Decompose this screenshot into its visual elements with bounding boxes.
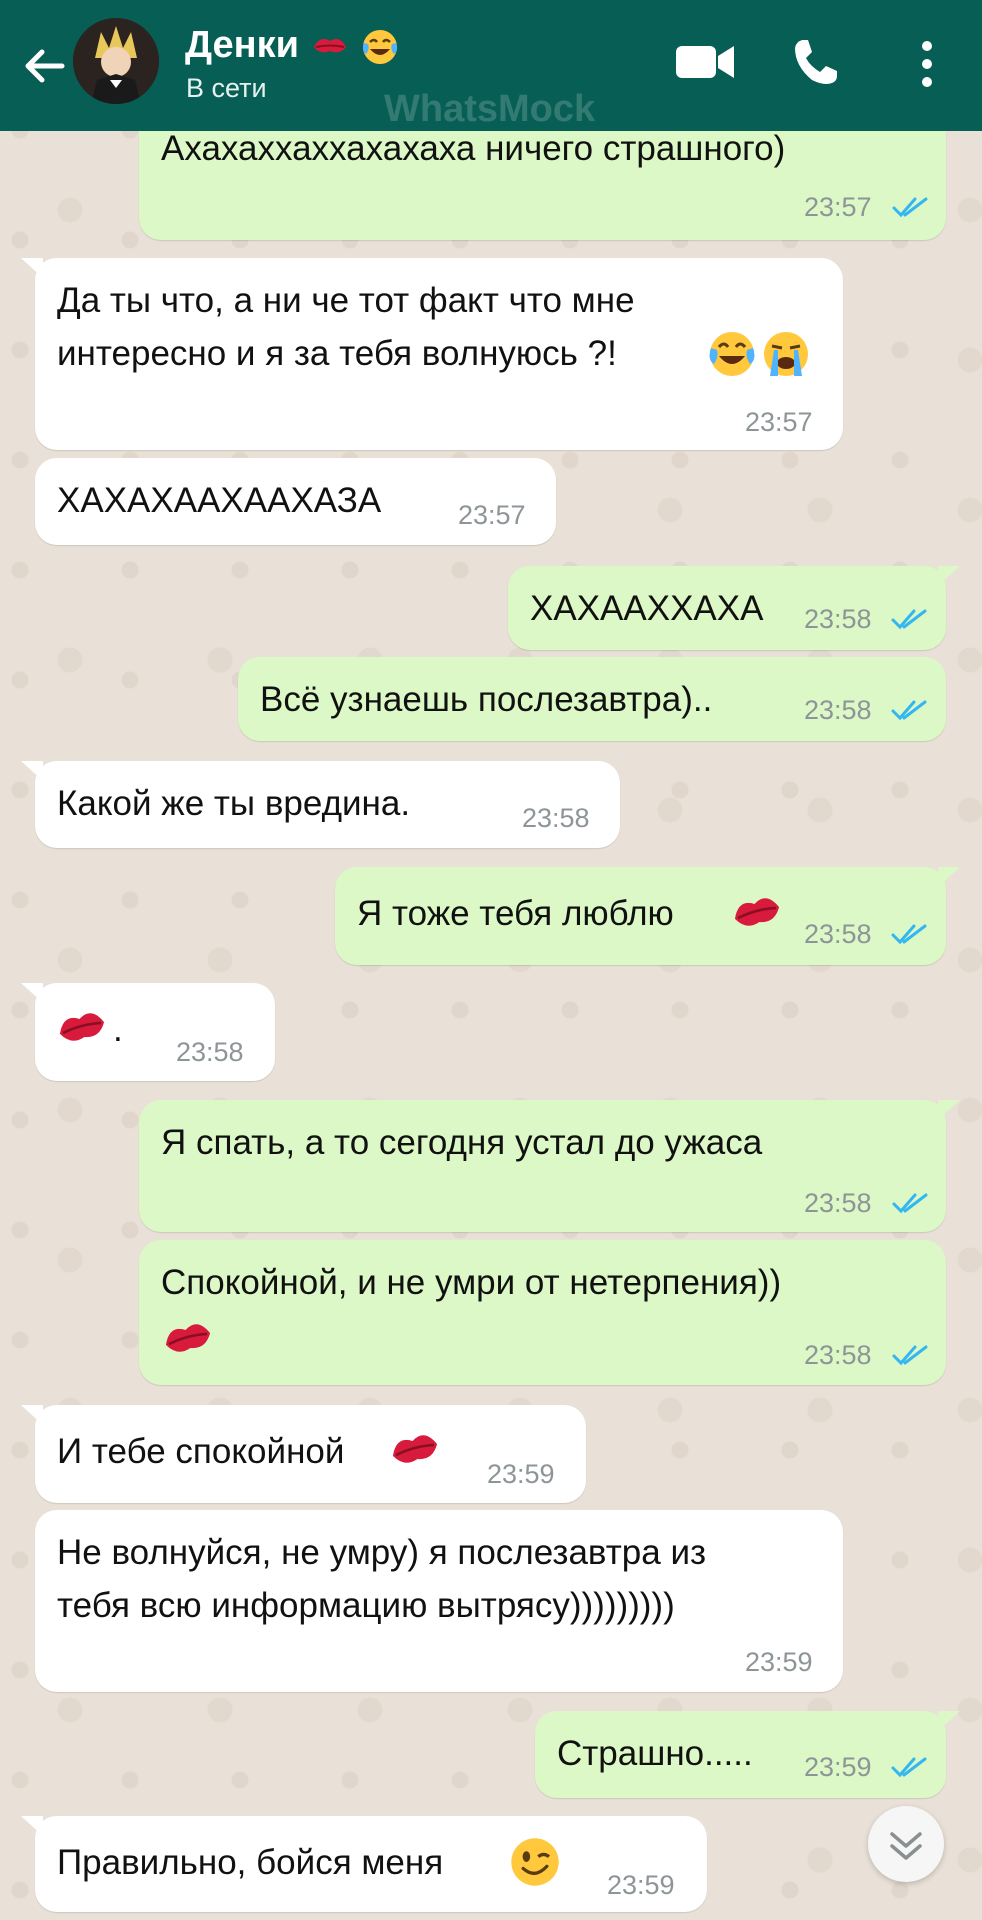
message-time: 23:57 bbox=[804, 192, 872, 222]
double-check-icon bbox=[892, 1193, 928, 1214]
double-check-icon bbox=[891, 924, 927, 945]
message-text: И тебе спокойной bbox=[57, 1432, 345, 1471]
message-time: 23:59 bbox=[607, 1870, 675, 1900]
message-text: ХАХААХХАХА bbox=[530, 589, 764, 628]
avatar[interactable] bbox=[73, 18, 159, 104]
double-check-icon bbox=[891, 1757, 927, 1778]
message-incoming[interactable]: Не волнуйся, не умру) я послезавтра из т… bbox=[35, 1510, 843, 1692]
bubble-tail bbox=[938, 1711, 960, 1731]
message-incoming[interactable]: Да ты что, а ни че тот факт что мне инте… bbox=[21, 258, 843, 450]
message-time: 23:58 bbox=[804, 1188, 872, 1218]
message-outgoing[interactable]: Я тоже тебя люблю 23:58 bbox=[335, 867, 960, 965]
contact-name[interactable]: Денки bbox=[185, 24, 400, 67]
message-time: 23:58 bbox=[804, 1340, 872, 1370]
message-time: 23:57 bbox=[745, 407, 813, 437]
bubble-tail bbox=[21, 761, 43, 781]
scroll-to-bottom-button[interactable] bbox=[868, 1806, 944, 1882]
message-time: 23:58 bbox=[804, 919, 872, 949]
message-text: Правильно, бойся меня bbox=[57, 1843, 444, 1882]
double-check-icon bbox=[891, 700, 927, 721]
message-incoming[interactable]: Правильно, бойся меня 23:59 bbox=[21, 1816, 707, 1912]
bubble-tail bbox=[938, 1100, 960, 1120]
tears-of-joy-icon bbox=[709, 332, 755, 376]
message-text: Всё узнаешь послезавтра).. bbox=[260, 680, 713, 719]
bubble-tail bbox=[21, 258, 43, 278]
kiss-mark-icon bbox=[313, 38, 346, 53]
arrow-left-icon[interactable] bbox=[18, 40, 70, 92]
double-check-icon bbox=[891, 609, 927, 630]
message-time: 23:59 bbox=[804, 1752, 872, 1782]
message-text: Не волнуйся, не умру) я послезавтра из т… bbox=[57, 1533, 707, 1625]
double-check-icon bbox=[892, 1345, 928, 1366]
message-time: 23:58 bbox=[522, 803, 590, 833]
message-outgoing[interactable]: Спокойной, и не умри от нетерпения)) 23:… bbox=[139, 1240, 946, 1385]
bubble-tail bbox=[938, 867, 960, 887]
message-text: . bbox=[113, 1010, 123, 1049]
kiss-mark-icon bbox=[59, 1013, 105, 1041]
message-time: 23:57 bbox=[458, 500, 526, 530]
more-vertical-icon[interactable] bbox=[910, 34, 944, 94]
bubble-tail bbox=[938, 566, 960, 586]
kiss-mark-icon bbox=[392, 1435, 438, 1463]
message-text: Какой же ты вредина. bbox=[57, 784, 411, 823]
message-time: 23:58 bbox=[804, 604, 872, 634]
message-outgoing[interactable]: ХАХААХХАХА 23:58 bbox=[508, 566, 960, 650]
message-text: Я спать, а то сегодня устал до ужаса bbox=[161, 1123, 763, 1162]
message-text: Спокойной, и не умри от нетерпения)) bbox=[161, 1263, 782, 1302]
bubble-tail bbox=[21, 1405, 43, 1425]
tears-of-joy-icon bbox=[363, 29, 398, 64]
kiss-mark-icon bbox=[734, 898, 780, 926]
double-check-icon bbox=[892, 197, 928, 218]
video-camera-icon[interactable] bbox=[674, 36, 736, 88]
message-text: ХАХАХААХААХАЗА bbox=[57, 481, 382, 520]
message-incoming[interactable]: ХАХАХААХААХАЗА 23:57 bbox=[35, 458, 556, 545]
message-outgoing[interactable]: Я спать, а то сегодня устал до ужаса 23:… bbox=[139, 1100, 960, 1232]
message-time: 23:58 bbox=[804, 695, 872, 725]
phone-icon[interactable] bbox=[790, 36, 842, 88]
message-outgoing[interactable]: Страшно..... 23:59 bbox=[535, 1711, 960, 1798]
loudly-crying-icon bbox=[764, 332, 808, 376]
message-outgoing[interactable]: Всё узнаешь послезавтра).. 23:58 bbox=[238, 657, 946, 741]
kiss-mark-icon bbox=[165, 1324, 211, 1352]
message-text: Я тоже тебя люблю bbox=[357, 894, 674, 933]
winking-face-icon bbox=[511, 1838, 559, 1886]
bubble-tail bbox=[21, 983, 43, 1003]
message-time: 23:59 bbox=[745, 1647, 813, 1677]
message-incoming[interactable]: . 23:58 bbox=[21, 983, 275, 1081]
message-incoming[interactable]: Какой же ты вредина. 23:58 bbox=[21, 761, 620, 848]
contact-status: В сети bbox=[186, 73, 267, 103]
bubble-tail bbox=[21, 1816, 43, 1836]
message-time: 23:59 bbox=[487, 1459, 555, 1489]
message-text: Да ты что, а ни че тот факт что мне инте… bbox=[57, 281, 635, 373]
message-time: 23:58 bbox=[176, 1037, 244, 1067]
watermark: WhatsMock bbox=[384, 88, 596, 130]
chevron-down-icon bbox=[890, 1832, 922, 1860]
message-text: Страшно..... bbox=[557, 1734, 753, 1773]
message-incoming[interactable]: И тебе спокойной 23:59 bbox=[21, 1405, 586, 1503]
